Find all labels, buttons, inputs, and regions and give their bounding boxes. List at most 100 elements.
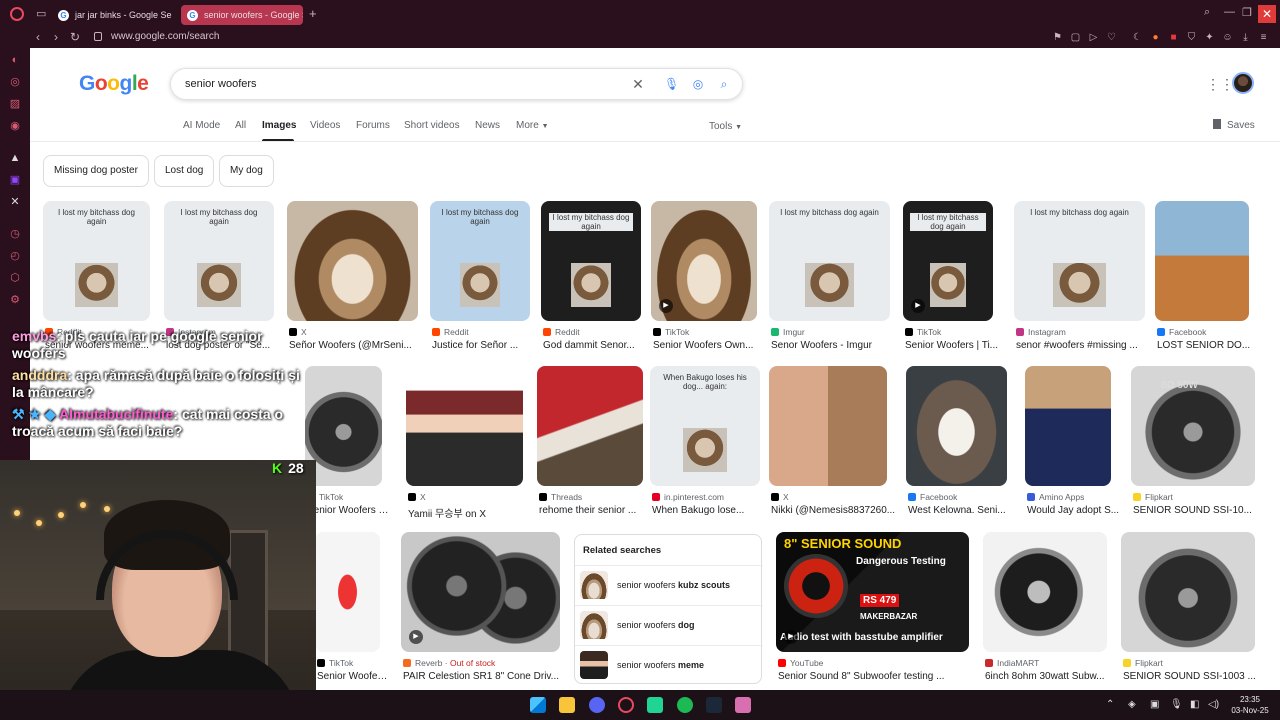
tab-jar-jar-binks[interactable]: G jar jar binks - Google Se (52, 5, 176, 25)
image-thumbnail[interactable] (1025, 366, 1111, 486)
image-result[interactable]: 8" SENIOR SOUND Dangerous Testing RS 479 MA… (776, 532, 969, 690)
discord-icon[interactable] (589, 697, 605, 713)
shield-icon[interactable]: ⛉ (1186, 32, 1197, 43)
minimize-icon[interactable]: — (1224, 6, 1235, 18)
result-source[interactable]: Reverb · Out of stock (403, 658, 568, 668)
image-result[interactable]: ▶ Reverb · Out of stock PAIR Celestion SR1… (401, 532, 560, 690)
image-result[interactable]: X Yamii 무승부 on X (406, 366, 523, 528)
search-icon[interactable]: ⌕ (717, 77, 731, 91)
back-icon[interactable]: ‹ (36, 30, 40, 44)
image-result[interactable]: ▶ TikTok Senior Woofers Own... (651, 201, 757, 363)
result-source[interactable]: Reddit (543, 327, 649, 337)
result-source[interactable]: TikTok (653, 327, 765, 337)
image-result[interactable]: Flipkart SENIOR SOUND SSI-1003 ... (1121, 532, 1256, 690)
image-thumbnail[interactable] (1121, 532, 1255, 652)
result-title[interactable]: LOST SENIOR DO... (1157, 340, 1259, 351)
spotify-icon[interactable] (677, 697, 693, 713)
player-icon[interactable]: ◷ (9, 228, 21, 240)
image-thumbnail[interactable] (769, 366, 887, 486)
result-source[interactable]: YouTube (778, 658, 977, 668)
image-thumbnail[interactable]: I lost my bitchass dog again (164, 201, 274, 321)
tab-more[interactable]: More ▼ (516, 120, 549, 131)
reload-icon[interactable]: ↻ (70, 30, 80, 44)
tray-icon[interactable]: ◈ (1128, 699, 1136, 710)
image-thumbnail[interactable]: 8Ω 50W (1131, 366, 1255, 486)
result-source[interactable]: Threads (539, 492, 651, 502)
steam-icon[interactable] (706, 697, 722, 713)
extension-icon[interactable]: ● (1150, 32, 1161, 43)
google-logo[interactable]: Google (79, 72, 149, 96)
restore-icon[interactable]: ❐ (1242, 6, 1252, 19)
result-title[interactable]: Senior Woofers Ja... (317, 671, 390, 682)
image-result[interactable]: Facebook West Kelowna. Seni... (906, 366, 1007, 528)
image-thumbnail[interactable]: I lost my bitchass dog again ▶ (903, 201, 993, 321)
close-window-icon[interactable]: ✕ (1258, 5, 1276, 23)
tab-all[interactable]: All (235, 120, 246, 131)
result-source[interactable]: TikTok (307, 492, 390, 502)
image-thumbnail[interactable] (305, 366, 382, 486)
file-explorer-icon[interactable] (559, 697, 575, 713)
related-search-item[interactable]: senior woofers kubz scouts (575, 565, 763, 605)
search-box[interactable]: senior woofers ✕ 🎙 ◎ ⌕ (170, 68, 743, 100)
image-thumbnail[interactable] (287, 201, 418, 321)
image-thumbnail[interactable] (406, 366, 523, 486)
microphone-icon[interactable]: 🎙 (664, 77, 679, 91)
sidebar-app-icon[interactable]: ◎ (9, 76, 21, 88)
puzzle-icon[interactable]: ✦ (1204, 32, 1215, 43)
tab-videos[interactable]: Videos (310, 120, 340, 131)
image-result[interactable]: TikTok Senior Woofers Ja... (315, 532, 390, 690)
search-tabs-icon[interactable]: ⌕ (1204, 6, 1210, 19)
opera-logo-icon[interactable] (10, 7, 24, 21)
tab-images[interactable]: Images (262, 120, 296, 131)
lens-icon[interactable]: ◎ (691, 77, 705, 91)
menu-icon[interactable]: ≡ (1258, 32, 1269, 43)
result-source[interactable]: Flipkart (1123, 658, 1263, 668)
image-result[interactable]: I lost my bitchass dog again Imgur Senor W… (769, 201, 890, 363)
result-source[interactable]: IndiaMART (985, 658, 1115, 668)
pin-icon[interactable]: ⚑ (1052, 32, 1063, 43)
result-source[interactable]: Flipkart (1133, 492, 1263, 502)
tab-short-videos[interactable]: Short videos (404, 120, 460, 131)
result-title[interactable]: Would Jay adopt S... (1027, 505, 1121, 516)
image-result[interactable]: Threads rehome their senior ... (537, 366, 643, 528)
result-title[interactable]: Senor Woofers - Imgur (771, 340, 900, 351)
x-icon[interactable]: ✕ (9, 196, 21, 208)
sidebar-app-icon[interactable]: ▲ (9, 152, 21, 164)
heart-icon[interactable]: ♡ (1106, 32, 1117, 43)
result-title[interactable]: Yamii 무승부 on X (408, 505, 533, 520)
opera-icon[interactable] (618, 697, 634, 713)
related-search-item[interactable]: senior woofers dog (575, 605, 763, 645)
result-source[interactable]: X (408, 492, 531, 502)
result-title[interactable]: SENIOR SOUND SSI-1003 ... (1123, 671, 1265, 682)
chip-lost-dog[interactable]: Lost dog (154, 155, 215, 187)
result-title[interactable]: Justice for Señor ... (432, 340, 540, 351)
settings-icon[interactable]: ⚙ (9, 294, 21, 306)
result-title[interactable]: rehome their senior ... (539, 505, 653, 516)
image-thumbnail[interactable]: ▶ (401, 532, 560, 652)
microphone-icon[interactable]: 🎙 (1170, 699, 1183, 710)
chip-missing-dog-poster[interactable]: Missing dog poster (43, 155, 149, 187)
result-source[interactable]: X (771, 492, 895, 502)
volume-icon[interactable]: ◁) (1208, 699, 1219, 710)
image-thumbnail[interactable]: ▶ (651, 201, 757, 321)
extension-s-icon[interactable]: ■ (1168, 32, 1179, 43)
forward-icon[interactable]: › (54, 30, 58, 44)
result-title[interactable]: God dammit Senor... (543, 340, 651, 351)
result-title[interactable]: SENIOR SOUND SSI-10... (1133, 505, 1265, 516)
image-result[interactable]: Facebook LOST SENIOR DO... (1155, 201, 1250, 363)
result-title[interactable]: Senior Woofers Own... (653, 340, 767, 351)
image-result[interactable]: Amino Apps Would Jay adopt S... (1025, 366, 1119, 528)
download-icon[interactable]: ⤓ (1240, 32, 1251, 43)
result-source[interactable]: TikTok (905, 327, 1001, 337)
image-thumbnail[interactable] (983, 532, 1107, 652)
history-icon[interactable]: ◴ (9, 250, 21, 262)
profile-icon[interactable]: ☺ (1222, 32, 1233, 43)
image-thumbnail[interactable]: I lost my bitchass dog again (1014, 201, 1145, 321)
result-title[interactable]: Senior Sound 8" Subwoofer testing ... (778, 671, 979, 682)
image-result[interactable]: I lost my bitchass dog again ▶ TikTok Senio… (903, 201, 998, 363)
network-icon[interactable]: ◧ (1190, 699, 1199, 710)
tab-ai-mode[interactable]: AI Mode (183, 120, 220, 131)
workspace-icon[interactable]: ▭ (36, 8, 48, 20)
result-title[interactable]: Nikki (@Nemesis8837260... (771, 505, 897, 516)
result-source[interactable]: Amino Apps (1027, 492, 1119, 502)
